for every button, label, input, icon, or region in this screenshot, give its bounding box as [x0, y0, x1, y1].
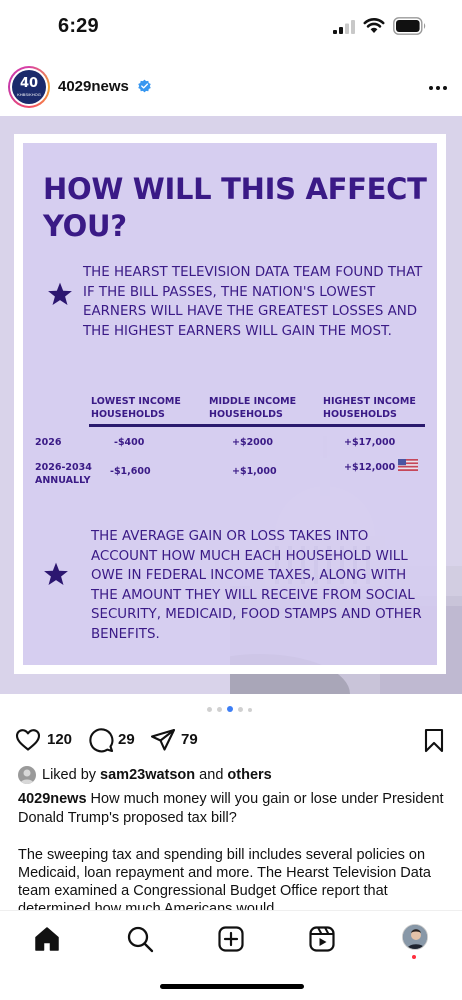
reels-icon[interactable]	[308, 925, 336, 953]
search-icon[interactable]	[126, 925, 154, 953]
us-flag-icon	[398, 459, 418, 471]
liked-by-text: Liked by sam23watson and others	[42, 767, 272, 783]
home-icon[interactable]	[33, 925, 61, 953]
caption-author[interactable]: 4029news	[18, 791, 87, 807]
more-options-icon[interactable]	[428, 85, 448, 91]
table-cell: -$1,600	[110, 466, 151, 477]
post-username[interactable]: 4029news	[58, 78, 129, 95]
infographic-paragraph-1: THE HEARST TELEVISION DATA TEAM FOUND TH…	[83, 265, 423, 339]
infographic-frame: HOW WILL THIS AFFECT YOU? THE HEARST TEL…	[14, 134, 446, 674]
table-divider	[89, 424, 425, 427]
liked-by-prefix: Liked by	[42, 767, 101, 783]
table-header-lowest: LOWEST INCOME HOUSEHOLDS	[91, 396, 181, 420]
table-row-label: 2026-2034 ANNUALLY	[35, 462, 92, 486]
cellular-signal-icon	[333, 20, 355, 34]
table-cell: +$2000	[232, 437, 274, 448]
carousel-indicator	[205, 705, 265, 713]
infographic-paragraph-2: THE AVERAGE GAIN OR LOSS TAKES INTO ACCO…	[91, 529, 422, 642]
liked-by-others[interactable]: others	[227, 767, 271, 783]
carousel-dot	[207, 707, 212, 712]
star-bullet-icon	[48, 282, 72, 306]
infographic-headline: HOW WILL THIS AFFECT YOU?	[43, 172, 427, 243]
carousel-dot	[238, 707, 243, 712]
status-bar: 6:29	[0, 0, 462, 52]
verified-badge-icon	[138, 79, 151, 93]
post-header: 40 KHBS/KHOG 4029news	[0, 62, 462, 112]
status-time: 6:29	[58, 15, 99, 37]
station-logo: 40 KHBS/KHOG	[12, 70, 46, 104]
create-icon[interactable]	[217, 925, 245, 953]
comment-icon[interactable]	[88, 727, 114, 753]
table-header-middle: MIDDLE INCOME HOUSEHOLDS	[209, 396, 297, 420]
battery-icon	[393, 17, 426, 35]
table-cell: +$12,000	[344, 462, 396, 473]
carousel-dot-active	[227, 706, 233, 712]
profile-avatar[interactable]	[402, 924, 428, 950]
infographic-card: HOW WILL THIS AFFECT YOU? THE HEARST TEL…	[23, 143, 437, 665]
caption-body: The sweeping tax and spending bill inclu…	[18, 847, 431, 912]
table-cell: +$17,000	[344, 437, 396, 448]
share-count[interactable]: 79	[181, 731, 198, 748]
star-bullet-icon	[44, 562, 68, 586]
post-actions: 120 29 79	[0, 722, 462, 758]
comment-count[interactable]: 29	[118, 731, 135, 748]
share-icon[interactable]	[150, 727, 176, 753]
table-cell: +$1,000	[232, 466, 277, 477]
carousel-dot	[217, 707, 222, 712]
logo-number: 40	[19, 76, 39, 91]
table-cell: -$400	[114, 437, 145, 448]
table-header-highest: HIGHEST INCOME HOUSEHOLDS	[323, 396, 416, 420]
heart-icon[interactable]	[15, 727, 41, 753]
like-count[interactable]: 120	[47, 731, 72, 748]
carousel-dot	[248, 707, 252, 712]
logo-subtext: KHBS/KHOG	[17, 92, 41, 97]
account-avatar[interactable]: 40 KHBS/KHOG	[8, 66, 50, 108]
notification-dot	[412, 955, 416, 959]
home-indicator	[160, 984, 304, 989]
liked-by-row[interactable]: Liked by sam23watson and others	[18, 766, 448, 786]
liked-by-and: and	[195, 767, 228, 783]
wifi-icon	[363, 18, 385, 33]
post-caption: 4029news How much money will you gain or…	[18, 790, 444, 828]
liker-avatar	[18, 766, 36, 784]
table-row-label: 2026	[35, 437, 62, 448]
liker-username[interactable]: sam23watson	[100, 767, 195, 783]
post-image-carousel[interactable]: HOW WILL THIS AFFECT YOU? THE HEARST TEL…	[0, 116, 462, 694]
bookmark-icon[interactable]	[421, 727, 447, 753]
